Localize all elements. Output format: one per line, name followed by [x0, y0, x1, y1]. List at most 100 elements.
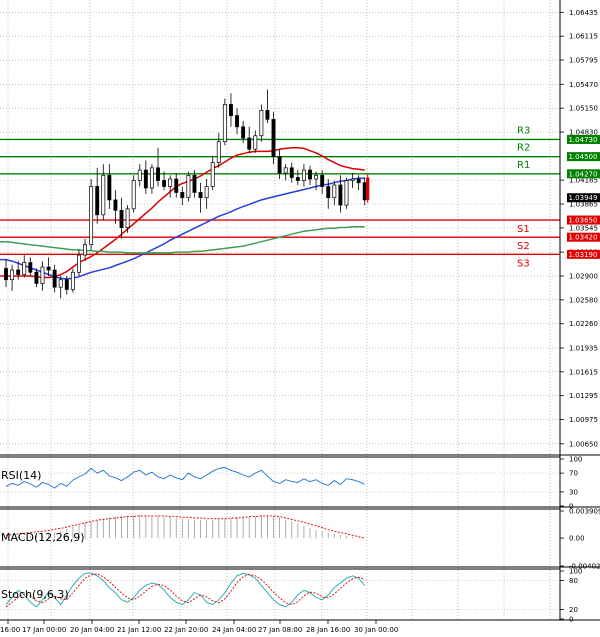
level-label-r1: R1	[517, 160, 530, 171]
candle-bear	[95, 186, 100, 216]
candle-bear	[107, 174, 112, 201]
indicator-tick-label: 0.003909	[569, 508, 600, 516]
candle-bear	[265, 110, 270, 120]
candle-bull	[137, 169, 142, 181]
indicator-tick-label: 100	[569, 568, 582, 576]
candle-bull	[77, 254, 81, 273]
candle-bear	[192, 174, 197, 193]
y-tick-label: 1.02260	[569, 320, 598, 328]
y-tick-label: 1.01295	[569, 392, 598, 400]
indicator-tick-label: 30	[569, 488, 578, 496]
y-tick-label: 1.05150	[569, 105, 598, 113]
candle-bull	[70, 271, 75, 290]
indicator-tick-label: 80	[569, 577, 578, 585]
chart-root: 1.06435 1.06115 1.05795 1.05470 1.05150 1.048…	[0, 0, 600, 637]
candle-bull	[186, 174, 191, 199]
candle-bull	[204, 186, 209, 199]
level-label-s1: S1	[517, 224, 530, 235]
y-tick-label: 1.00650	[569, 440, 598, 448]
candle-bull	[149, 167, 154, 189]
y-tick-label: 1.01935	[569, 344, 598, 352]
current-price-tag: 1.03949	[569, 194, 598, 202]
candle-bear	[162, 180, 167, 187]
indicator-tick-label: 0	[569, 616, 573, 624]
level-price-tag: 1.03190	[569, 251, 598, 259]
candle-bull	[40, 266, 45, 284]
candle-bear	[356, 178, 361, 184]
candle-bear	[64, 279, 69, 290]
candle-bull	[253, 135, 258, 150]
candle-bear	[362, 182, 367, 201]
candle-bear	[113, 199, 118, 211]
candle-bull	[10, 269, 15, 281]
candle-bear	[119, 209, 124, 228]
level-label-s2: S2	[517, 241, 530, 252]
x-tick-label: 22 Jan 20:00	[164, 626, 208, 634]
candle-bear	[16, 269, 21, 275]
rsi-label: RSI(14)	[1, 469, 41, 482]
candle-bear	[46, 266, 51, 271]
level-price-tag: 1.03420	[569, 234, 598, 242]
y-tick-label: 1.01615	[569, 368, 598, 376]
x-tick-label: 16:00	[0, 626, 20, 634]
candle-bear	[338, 184, 343, 206]
chart-canvas: 1.064351.061151.057951.054701.051501.048…	[0, 0, 600, 637]
candle-bull	[350, 178, 355, 181]
candle-bull	[259, 110, 264, 137]
candle-bear	[326, 186, 331, 199]
candle-bear	[28, 262, 33, 273]
candle-bear	[247, 137, 252, 150]
candle-current	[366, 177, 370, 200]
candle-bull	[301, 169, 306, 181]
level-label-s3: S3	[517, 258, 530, 269]
x-tick-label: 21 Jan 12:00	[117, 626, 161, 634]
y-tick-label: 1.06435	[569, 9, 598, 17]
level-price-tag: 1.04270	[569, 170, 598, 178]
candle-bull	[168, 178, 173, 187]
candle-bear	[180, 192, 185, 199]
x-tick-label: 28 Jan 16:00	[306, 626, 350, 634]
candle-bull	[344, 180, 349, 206]
candle-bull	[283, 167, 288, 174]
candle-bull	[332, 184, 337, 199]
y-tick-label: 1.05795	[569, 57, 598, 65]
x-tick-label: 24 Jan 04:00	[212, 626, 256, 634]
candle-bull	[83, 244, 87, 256]
candle-bull	[58, 279, 63, 288]
y-tick-label: 1.02900	[569, 272, 598, 280]
y-tick-label: 1.06115	[569, 33, 598, 41]
y-tick-label: 1.05470	[569, 81, 598, 89]
candle-bull	[101, 174, 106, 216]
candle-bear	[174, 178, 179, 193]
macd-label: MACD(12,26,9)	[1, 531, 85, 544]
y-tick-label: 1.02580	[569, 296, 598, 304]
candle-bear	[34, 271, 39, 284]
candle-bear	[229, 104, 233, 116]
indicator-tick-label: 70	[569, 470, 578, 478]
indicator-tick-label: 20	[569, 606, 578, 614]
candle-bull	[314, 174, 319, 180]
candle-bear	[4, 268, 8, 281]
candle-bear	[320, 174, 325, 187]
candle-bear	[308, 169, 312, 180]
level-price-tag: 1.04730	[569, 136, 598, 144]
level-label-r2: R2	[517, 143, 530, 154]
candle-bull	[125, 208, 130, 228]
y-tick-label: 1.00975	[569, 416, 598, 424]
x-tick-label: 17 Jan 00:00	[22, 626, 66, 634]
candle-bear	[156, 167, 160, 181]
candle-bear	[143, 169, 148, 189]
candle-bull	[131, 180, 136, 210]
candle-bear	[295, 177, 300, 181]
candle-bear	[52, 269, 57, 288]
indicator-tick-label: 0.00	[569, 535, 585, 543]
level-label-r3: R3	[517, 125, 530, 136]
candle-bull	[22, 262, 27, 275]
candle-bear	[235, 115, 239, 128]
candle-bull	[89, 186, 94, 246]
x-tick-label: 30 Jan 00:00	[354, 626, 398, 634]
x-tick-label: 27 Jan 08:00	[258, 626, 302, 634]
x-tick-label: 20 Jan 04:00	[70, 626, 114, 634]
candle-bear	[289, 167, 294, 178]
candle-bear	[271, 118, 276, 157]
